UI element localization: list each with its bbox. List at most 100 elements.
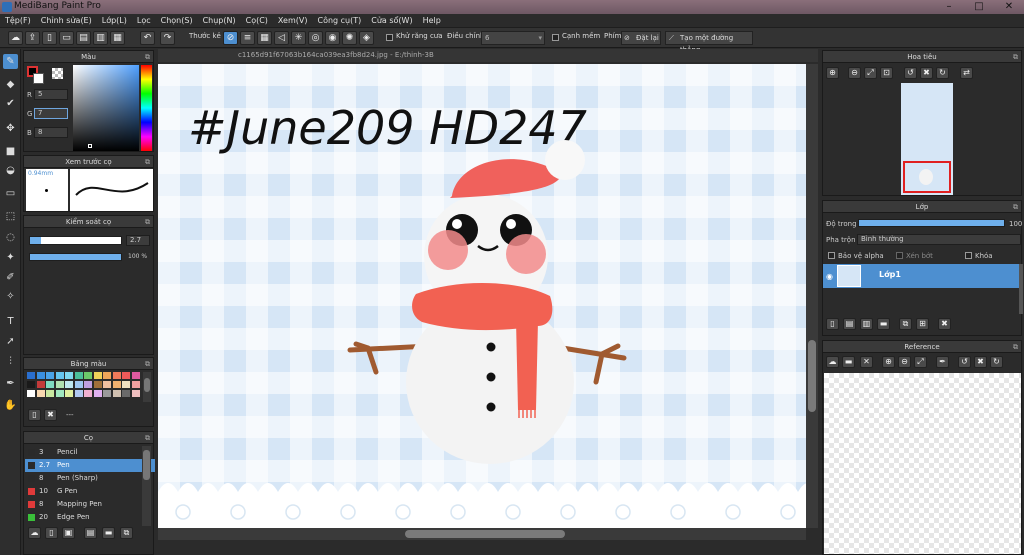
- brush-size-slider[interactable]: [29, 236, 122, 245]
- ellipse-ruler-icon[interactable]: ◉: [325, 31, 340, 45]
- palette-swatch[interactable]: [27, 372, 35, 379]
- curve-ruler-icon[interactable]: ✺: [342, 31, 357, 45]
- palette-swatch[interactable]: [122, 372, 130, 379]
- horizontal-scroll-thumb[interactable]: [405, 530, 565, 538]
- ref-close-icon[interactable]: ✕: [860, 356, 873, 368]
- palette-swatch[interactable]: [112, 372, 121, 379]
- delete-layer-icon[interactable]: ✖: [938, 318, 951, 330]
- ref-rotate-right-icon[interactable]: ↻: [990, 356, 1003, 368]
- undo-icon[interactable]: ↶: [140, 31, 155, 45]
- upload-icon[interactable]: ⇪: [25, 31, 40, 45]
- palette-swatch[interactable]: [36, 372, 45, 379]
- menu-file[interactable]: Tệp(F): [0, 14, 36, 28]
- brush-item-pencil[interactable]: 3 Pencil: [25, 446, 155, 459]
- hand-tool-icon[interactable]: ✋: [3, 398, 18, 413]
- palette-swatch[interactable]: [122, 381, 130, 388]
- smooth-checkbox[interactable]: [552, 34, 559, 41]
- redo-icon[interactable]: ↷: [160, 31, 175, 45]
- palette-swatch[interactable]: [55, 390, 64, 397]
- duplicate-layer-icon[interactable]: ⧉: [899, 318, 912, 330]
- perspective-ruler-icon[interactable]: ◁: [274, 31, 289, 45]
- divide-tool-icon[interactable]: ⫶: [3, 354, 18, 369]
- ruler-off-icon[interactable]: ⊘: [223, 31, 238, 45]
- menu-brush[interactable]: Cọ(C): [241, 14, 273, 28]
- b-input[interactable]: 8: [34, 127, 68, 138]
- brush-list-scrollbar[interactable]: [142, 446, 151, 526]
- palette-swatch[interactable]: [27, 390, 35, 397]
- palette-swatch[interactable]: [55, 372, 64, 379]
- palette-swatch[interactable]: [103, 381, 111, 388]
- palette-swatch[interactable]: [36, 390, 45, 397]
- reset-button[interactable]: ⊘ Đặt lại: [621, 31, 661, 45]
- ref-reset-icon[interactable]: ✖: [974, 356, 987, 368]
- menu-layer[interactable]: Lớp(L): [97, 14, 132, 28]
- layer-scrollbar[interactable]: [1019, 264, 1023, 314]
- add-8bit-layer-icon[interactable]: ▥: [860, 318, 873, 330]
- saturation-value-picker[interactable]: [73, 65, 139, 151]
- nav-zoom-in-icon[interactable]: ⊕: [826, 67, 839, 79]
- add-brush-icon[interactable]: ▯: [45, 527, 58, 539]
- menu-edit[interactable]: Chỉnh sửa(E): [36, 14, 97, 28]
- ref-rotate-left-icon[interactable]: ↺: [958, 356, 971, 368]
- menu-snap[interactable]: Chụp(N): [198, 14, 241, 28]
- brush-item-pen[interactable]: 2.7 Pen: [25, 459, 155, 472]
- nav-rotate-left-icon[interactable]: ↺: [904, 67, 917, 79]
- layer-visibility-icon[interactable]: ◉: [826, 272, 833, 281]
- vertical-scroll-thumb[interactable]: [808, 340, 816, 412]
- palette-swatch[interactable]: [93, 372, 102, 379]
- background-color-swatch[interactable]: [33, 73, 44, 84]
- document-tab[interactable]: c1165d91f67063b164ca039ea3fb8d24.jpg - E…: [158, 49, 818, 62]
- nav-actual-icon[interactable]: ⊡: [880, 67, 893, 79]
- select-pen-icon[interactable]: ✐: [3, 270, 18, 285]
- palette-swatch[interactable]: [55, 381, 64, 388]
- grid-icon[interactable]: ▦: [110, 31, 125, 45]
- eraser-tool-icon[interactable]: ◆: [3, 77, 18, 92]
- ref-open-icon[interactable]: ▬: [842, 356, 855, 368]
- palette-swatch[interactable]: [74, 381, 83, 388]
- vertical-scrollbar[interactable]: [806, 64, 818, 528]
- brush-copy-icon[interactable]: ⧉: [120, 527, 133, 539]
- ref-zoom-out-icon[interactable]: ⊖: [898, 356, 911, 368]
- canvas[interactable]: #June209 HD247: [158, 64, 806, 528]
- move-tool-icon[interactable]: ✥: [3, 121, 18, 136]
- magic-wand-icon[interactable]: ✦: [3, 250, 18, 265]
- menu-filter[interactable]: Lọc: [132, 14, 156, 28]
- nav-rotate-right-icon[interactable]: ↻: [936, 67, 949, 79]
- select-eraser-icon[interactable]: ✧: [3, 289, 18, 304]
- reference-canvas[interactable]: [824, 373, 1021, 554]
- palette-swatch[interactable]: [112, 381, 121, 388]
- menu-select[interactable]: Chọn(S): [156, 14, 198, 28]
- radial-ruler-icon[interactable]: ✳: [291, 31, 306, 45]
- palette-swatch[interactable]: [131, 372, 140, 379]
- palette-swatch[interactable]: [74, 390, 83, 397]
- nav-reset-icon[interactable]: ✖: [920, 67, 933, 79]
- ref-cloud-icon[interactable]: ☁: [826, 356, 839, 368]
- new-palette-icon[interactable]: ▯: [28, 409, 41, 421]
- document-icon[interactable]: ▥: [93, 31, 108, 45]
- palette-swatch[interactable]: [65, 372, 73, 379]
- layer-folder-icon[interactable]: ▬: [877, 318, 890, 330]
- parallel-ruler-icon[interactable]: ≡: [240, 31, 255, 45]
- nav-zoom-out-icon[interactable]: ⊖: [848, 67, 861, 79]
- cloud-icon[interactable]: ☁: [8, 31, 23, 45]
- g-input[interactable]: 7: [34, 108, 68, 119]
- cloud-brush-icon[interactable]: ☁: [28, 527, 41, 539]
- r-input[interactable]: 5: [34, 89, 68, 100]
- palette-swatch[interactable]: [65, 390, 73, 397]
- navigator-thumbnail[interactable]: [901, 83, 953, 195]
- antialias-checkbox[interactable]: [386, 34, 393, 41]
- palette-swatch[interactable]: [46, 381, 54, 388]
- add-layer-icon[interactable]: ▯: [826, 318, 839, 330]
- palette-swatch[interactable]: [74, 372, 83, 379]
- merge-layer-icon[interactable]: ⊞: [916, 318, 929, 330]
- ref-zoom-in-icon[interactable]: ⊕: [882, 356, 895, 368]
- transparent-color-icon[interactable]: [52, 68, 63, 79]
- open-file-icon[interactable]: ▭: [59, 31, 74, 45]
- gradient-tool-icon[interactable]: ▭: [3, 186, 18, 201]
- brush-item-mapping-pen[interactable]: 8 Mapping Pen: [25, 498, 155, 511]
- delete-palette-icon[interactable]: ✖: [44, 409, 57, 421]
- menu-tools[interactable]: Công cụ(T): [312, 14, 366, 28]
- brush-item-g-pen[interactable]: 10 G Pen: [25, 485, 155, 498]
- palette-swatch[interactable]: [93, 390, 102, 397]
- palette-swatch[interactable]: [46, 390, 54, 397]
